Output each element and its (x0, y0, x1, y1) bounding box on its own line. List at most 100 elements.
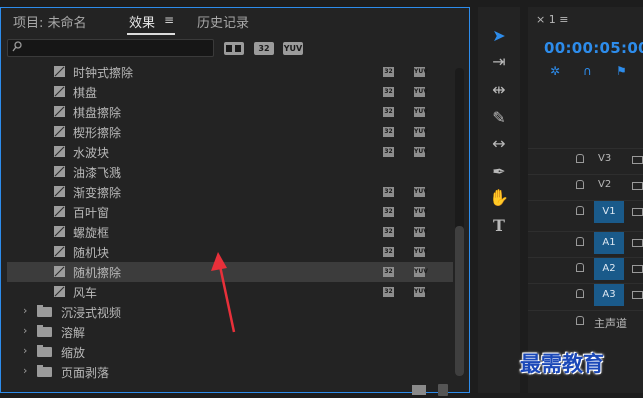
new-bin-icon[interactable] (412, 385, 426, 395)
active-tab-indicator (127, 33, 175, 35)
track-header[interactable]: A1 (528, 231, 643, 254)
snap-icon[interactable]: ∩ (583, 64, 592, 78)
effect-item[interactable]: 渐变擦除 32 YUV (7, 182, 453, 202)
track-name[interactable]: A2 (594, 258, 624, 280)
effect-label: 棋盘 (73, 86, 98, 100)
ripple-edit-tool-icon[interactable]: ⇹ (486, 79, 512, 101)
yuv-badge: YUV (414, 227, 428, 237)
folder-label: 沉浸式视频 (61, 306, 122, 320)
track-header[interactable]: A3 (528, 283, 643, 306)
hand-tool-icon[interactable]: ✋ (486, 187, 512, 209)
video-transition-icon (54, 66, 65, 77)
tab-effects[interactable]: 效果 (129, 12, 155, 31)
32bit-badge: 32 (383, 67, 394, 77)
track-name[interactable]: V1 (594, 201, 624, 223)
lock-icon[interactable] (576, 206, 584, 215)
tab-project[interactable]: 项目: 未命名 (13, 12, 87, 31)
chevron-right-icon[interactable]: › (23, 304, 27, 317)
yuv-effects-button[interactable]: YUV (283, 42, 303, 55)
video-transition-icon (54, 146, 65, 157)
video-transition-icon (54, 286, 65, 297)
32bit-badge: 32 (383, 127, 394, 137)
video-transition-icon (54, 186, 65, 197)
track-header[interactable]: V1 (528, 200, 643, 223)
track-toggle-icon[interactable] (632, 265, 643, 273)
chevron-right-icon[interactable]: › (23, 324, 27, 337)
track-toggle-icon[interactable] (632, 239, 643, 247)
video-transition-icon (54, 226, 65, 237)
effect-item[interactable]: 油漆飞溅 (7, 162, 453, 182)
32bit-effects-button[interactable]: 32 (254, 42, 274, 55)
yuv-badge: YUV (414, 247, 428, 257)
track-toggle-icon[interactable] (632, 291, 643, 299)
lock-icon[interactable] (576, 289, 584, 298)
folder-icon (37, 305, 52, 317)
lock-icon[interactable] (576, 154, 584, 163)
chevron-right-icon[interactable]: › (23, 344, 27, 357)
effect-item[interactable]: 棋盘擦除 32 YUV (7, 102, 453, 122)
effect-item[interactable]: 楔形擦除 32 YUV (7, 122, 453, 142)
scrollbar-thumb[interactable] (455, 226, 464, 376)
effect-item[interactable]: 时钟式擦除 32 YUV (7, 66, 453, 82)
accelerated-effects-button[interactable] (224, 42, 244, 55)
chevron-right-icon[interactable]: › (23, 364, 27, 377)
track-toggle-icon[interactable] (632, 182, 643, 190)
add-marker-icon[interactable]: ⚑ (616, 64, 627, 78)
razor-tool-icon[interactable]: ✎ (486, 107, 512, 129)
slip-tool-icon[interactable]: ↔ (486, 133, 512, 155)
track-toggle-icon[interactable] (632, 156, 643, 164)
lock-icon[interactable] (576, 180, 584, 189)
video-transition-icon (54, 106, 65, 117)
effect-label: 渐变擦除 (73, 186, 122, 200)
lock-icon[interactable] (576, 316, 584, 325)
tab-history[interactable]: 历史记录 (197, 12, 249, 31)
folder-label: 缩放 (61, 346, 86, 360)
delete-icon[interactable] (438, 384, 448, 396)
folder-icon (37, 365, 52, 377)
effect-label: 百叶窗 (73, 206, 110, 220)
video-transition-icon (54, 266, 65, 277)
video-transition-icon (54, 86, 65, 97)
effect-label: 随机擦除 (73, 266, 122, 280)
snap-nest-icon[interactable]: ✲ (550, 64, 560, 78)
track-select-tool-icon[interactable]: ⇥ (486, 51, 512, 73)
effect-folder[interactable]: › 缩放 (7, 342, 453, 362)
track-name[interactable]: A3 (594, 284, 624, 306)
effect-item[interactable]: 百叶窗 32 YUV (7, 202, 453, 222)
lock-icon[interactable] (576, 263, 584, 272)
track-header[interactable]: A2 (528, 257, 643, 280)
track-name: V3 (598, 153, 612, 164)
panel-menu-icon[interactable]: ≡ (164, 13, 174, 27)
32bit-badge: 32 (383, 87, 394, 97)
32bit-badge: 32 (383, 287, 394, 297)
playhead-timecode[interactable]: 00:00:05:00 (544, 39, 643, 57)
video-transition-icon (54, 166, 65, 177)
folder-icon (37, 325, 52, 337)
pen-tool-icon[interactable]: ✒ (486, 161, 512, 183)
yuv-badge: YUV (414, 187, 428, 197)
lock-icon[interactable] (576, 237, 584, 246)
effect-folder[interactable]: › 页面剥落 (7, 362, 453, 382)
type-tool-icon[interactable]: T (486, 215, 512, 237)
tools-panel: ➤ ⇥ ⇹ ✎ ↔ ✒ ✋ T (478, 7, 520, 393)
track-toggle-icon[interactable] (632, 208, 643, 216)
tab-sequence[interactable]: × 1 ≡ (536, 13, 568, 26)
yuv-badge: YUV (414, 87, 428, 97)
32bit-badge: 32 (383, 187, 394, 197)
yuv-badge: YUV (414, 207, 428, 217)
track-header[interactable]: V2 (528, 174, 643, 197)
effect-item[interactable]: 螺旋框 32 YUV (7, 222, 453, 242)
selection-tool-icon[interactable]: ➤ (486, 25, 512, 47)
track-header[interactable]: 主声道 (528, 310, 643, 333)
timeline-panel: × 1 ≡ 00:00:05:00 ✲ ∩ ⚑ V3 V2 V1 A1 A2 A3 主声道 (528, 7, 643, 393)
yuv-badge: YUV (414, 127, 428, 137)
effect-item[interactable]: 水波块 32 YUV (7, 142, 453, 162)
track-name[interactable]: A1 (594, 232, 624, 254)
accelerated-icon (226, 45, 241, 52)
yuv-badge: YUV (414, 287, 428, 297)
video-transition-icon (54, 246, 65, 257)
track-header[interactable]: V3 (528, 148, 643, 171)
effect-item[interactable]: 棋盘 32 YUV (7, 82, 453, 102)
search-input[interactable] (7, 39, 214, 57)
32bit-badge: 32 (383, 147, 394, 157)
